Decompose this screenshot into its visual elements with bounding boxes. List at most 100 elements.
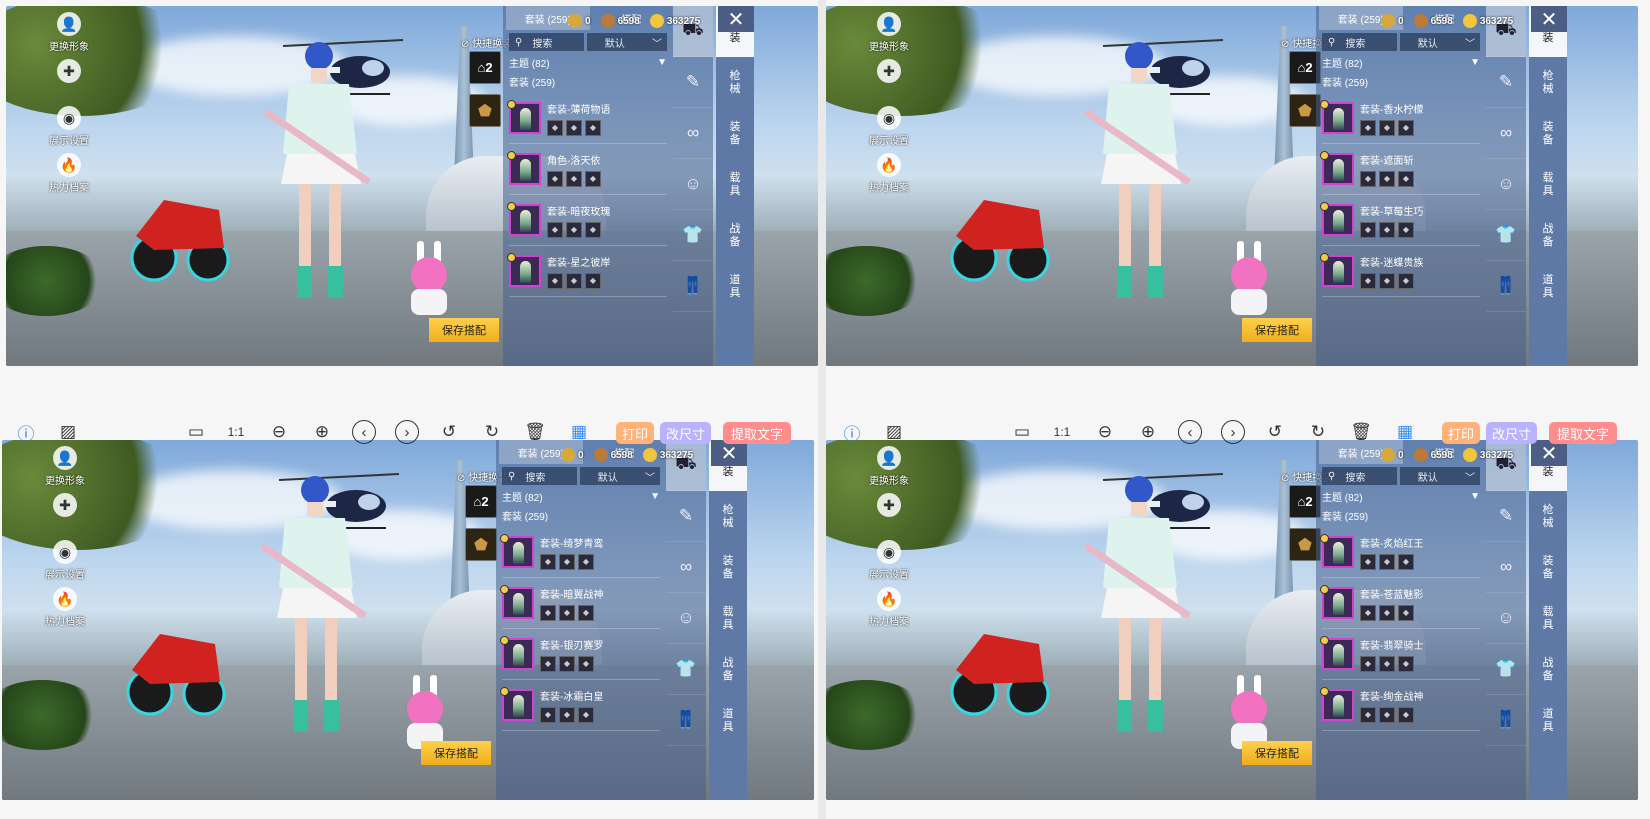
vtab-battle-prep[interactable]: 战备 — [1529, 644, 1567, 695]
suit-list-item[interactable]: 套装-星之彼岸 ◆ ◆ ◆ — [507, 246, 667, 297]
heat-profile-button[interactable]: 🔥 热力档案 — [30, 587, 100, 634]
zoom-out-icon[interactable]: ⊖ — [1093, 420, 1117, 444]
spray-category-button[interactable]: ✎ — [1486, 57, 1526, 108]
close-button[interactable]: ✕ — [718, 6, 754, 32]
suit-list-item[interactable]: 套装-暗夜玫瑰 ◆ ◆ ◆ — [507, 195, 667, 246]
monitor-icon[interactable]: ▭ — [184, 420, 208, 444]
suit-list-item[interactable]: 套装-炙焰红王 ◆ ◆ ◆ — [1320, 527, 1480, 578]
vtab-battle-prep[interactable]: 战备 — [709, 644, 747, 695]
suit-list-item[interactable]: 套装-暗翼战神 ◆ ◆ ◆ — [500, 578, 660, 629]
change-avatar-button[interactable]: 👤 更换形象 — [30, 446, 100, 493]
wardrobe-rack-button[interactable]: ⌂ 2 — [465, 485, 497, 518]
vtab-gear[interactable]: 装备 — [1529, 108, 1567, 159]
vtab-items[interactable]: 道具 — [709, 695, 747, 746]
top-category-button[interactable]: 👕 — [666, 644, 706, 695]
grid-icon[interactable]: ▦ — [1393, 420, 1417, 444]
sort-dropdown[interactable]: 默认 ﹀ — [579, 467, 660, 485]
spray-category-button[interactable]: ✎ — [673, 57, 713, 108]
vtab-gear[interactable]: 装备 — [1529, 542, 1567, 593]
character-tag-button[interactable]: ⬟ — [469, 94, 501, 127]
display-settings-button[interactable]: ◉ 展示设置 — [854, 106, 924, 153]
puzzle-button[interactable]: ✚ — [854, 493, 924, 540]
next-icon[interactable]: › — [395, 420, 419, 444]
glasses-category-button[interactable]: ∞ — [666, 542, 706, 593]
monitor-icon[interactable]: ▭ — [1010, 420, 1034, 444]
vtab-gear[interactable]: 装备 — [716, 108, 754, 159]
suit-list-item[interactable]: 套装-迷蝶贵族 ◆ ◆ ◆ — [1320, 246, 1480, 297]
extract-text-button[interactable]: 提取文字 — [1549, 422, 1617, 444]
suit-list-item[interactable]: 套装-苍蓝魅影 ◆ ◆ ◆ — [1320, 578, 1480, 629]
vtab-vehicle[interactable]: 载具 — [1529, 159, 1567, 210]
vtab-vehicle[interactable]: 载具 — [709, 593, 747, 644]
spray-category-button[interactable]: ✎ — [1486, 491, 1526, 542]
search-input[interactable]: ⚲ 搜索 — [509, 33, 584, 51]
suit-list-item[interactable]: 套装-绮梦青鸾 ◆ ◆ ◆ — [500, 527, 660, 578]
save-outfit-button[interactable]: 保存搭配 — [1242, 741, 1312, 765]
suit-list-item[interactable]: 套装-冰霜白皇 ◆ ◆ ◆ — [500, 680, 660, 731]
prev-icon[interactable]: ‹ — [352, 420, 376, 444]
pants-category-button[interactable]: 👖 — [666, 695, 706, 746]
search-input[interactable]: ⚲ 搜索 — [502, 467, 577, 485]
heat-profile-button[interactable]: 🔥 热力档案 — [34, 153, 104, 200]
glasses-category-button[interactable]: ∞ — [673, 108, 713, 159]
glasses-category-button[interactable]: ∞ — [1486, 108, 1526, 159]
print-button[interactable]: 打印 — [1442, 422, 1481, 444]
suit-list-item[interactable]: 套装-香水柠檬 ◆ ◆ ◆ — [1320, 93, 1480, 144]
rotate-left-icon[interactable]: ↺ — [1263, 420, 1287, 444]
rotate-right-icon[interactable]: ↻ — [480, 420, 504, 444]
info-icon[interactable]: ⓘ — [840, 420, 864, 444]
search-input[interactable]: ⚲ 搜索 — [1322, 467, 1397, 485]
spray-category-button[interactable]: ✎ — [666, 491, 706, 542]
delete-icon[interactable]: 🗑 — [523, 420, 547, 444]
resize-button[interactable]: 改尺寸 — [660, 422, 712, 444]
pants-category-button[interactable]: 👖 — [1486, 261, 1526, 312]
next-icon[interactable]: › — [1221, 420, 1245, 444]
suit-list-item[interactable]: 套装-翡翠骑士 ◆ ◆ ◆ — [1320, 629, 1480, 680]
suit-list-item[interactable]: 套装-银刃赛罗 ◆ ◆ ◆ — [500, 629, 660, 680]
grid-icon[interactable]: ▦ — [567, 420, 591, 444]
top-category-button[interactable]: 👕 — [673, 210, 713, 261]
suit-list-item[interactable]: 套装-薄荷物语 ◆ ◆ ◆ — [507, 93, 667, 144]
top-category-button[interactable]: 👕 — [1486, 644, 1526, 695]
pants-category-button[interactable]: 👖 — [1486, 695, 1526, 746]
save-outfit-button[interactable]: 保存搭配 — [429, 318, 499, 342]
mask-category-button[interactable]: ☺ — [673, 159, 713, 210]
delete-icon[interactable]: 🗑 — [1349, 420, 1373, 444]
save-outfit-button[interactable]: 保存搭配 — [421, 741, 491, 765]
zoom-in-icon[interactable]: ⊕ — [1136, 420, 1160, 444]
vtab-battle-prep[interactable]: 战备 — [716, 210, 754, 261]
change-avatar-button[interactable]: 👤 更换形象 — [34, 12, 104, 59]
vtab-items[interactable]: 道具 — [716, 261, 754, 312]
vtab-guns[interactable]: 枪械 — [1529, 491, 1567, 542]
print-button[interactable]: 打印 — [616, 422, 655, 444]
topic-filter[interactable]: 主题 (82) ▼ — [509, 55, 667, 70]
vtab-guns[interactable]: 枪械 — [716, 57, 754, 108]
image-icon[interactable]: ▨ — [882, 420, 906, 444]
pants-category-button[interactable]: 👖 — [673, 261, 713, 312]
mask-category-button[interactable]: ☺ — [1486, 159, 1526, 210]
heat-profile-button[interactable]: 🔥 热力档案 — [854, 153, 924, 200]
info-icon[interactable]: ⓘ — [14, 420, 38, 444]
rotate-right-icon[interactable]: ↻ — [1306, 420, 1330, 444]
mask-category-button[interactable]: ☺ — [1486, 593, 1526, 644]
vtab-items[interactable]: 道具 — [1529, 695, 1567, 746]
glasses-category-button[interactable]: ∞ — [1486, 542, 1526, 593]
prev-icon[interactable]: ‹ — [1178, 420, 1202, 444]
topic-filter[interactable]: 主题 (82) ▼ — [1322, 55, 1480, 70]
vtab-guns[interactable]: 枪械 — [1529, 57, 1567, 108]
vtab-vehicle[interactable]: 载具 — [1529, 593, 1567, 644]
suit-list-item[interactable]: 套装-绚金战神 ◆ ◆ ◆ — [1320, 680, 1480, 731]
puzzle-button[interactable]: ✚ — [30, 493, 100, 540]
one-to-one-icon[interactable]: 1:1 — [224, 420, 248, 444]
top-category-button[interactable]: 👕 — [1486, 210, 1526, 261]
one-to-one-icon[interactable]: 1:1 — [1050, 420, 1074, 444]
save-outfit-button[interactable]: 保存搭配 — [1242, 318, 1312, 342]
vtab-vehicle[interactable]: 载具 — [716, 159, 754, 210]
sort-dropdown[interactable]: 默认 ﹀ — [586, 33, 667, 51]
character-tag-button[interactable]: ⬟ — [465, 528, 497, 561]
puzzle-button[interactable]: ✚ — [854, 59, 924, 106]
suit-list-item[interactable]: 套装-遮面斩 ◆ ◆ ◆ — [1320, 144, 1480, 195]
display-settings-button[interactable]: ◉ 展示设置 — [30, 540, 100, 587]
display-settings-button[interactable]: ◉ 展示设置 — [854, 540, 924, 587]
suit-list-item[interactable]: 套装-草莓生巧 ◆ ◆ ◆ — [1320, 195, 1480, 246]
